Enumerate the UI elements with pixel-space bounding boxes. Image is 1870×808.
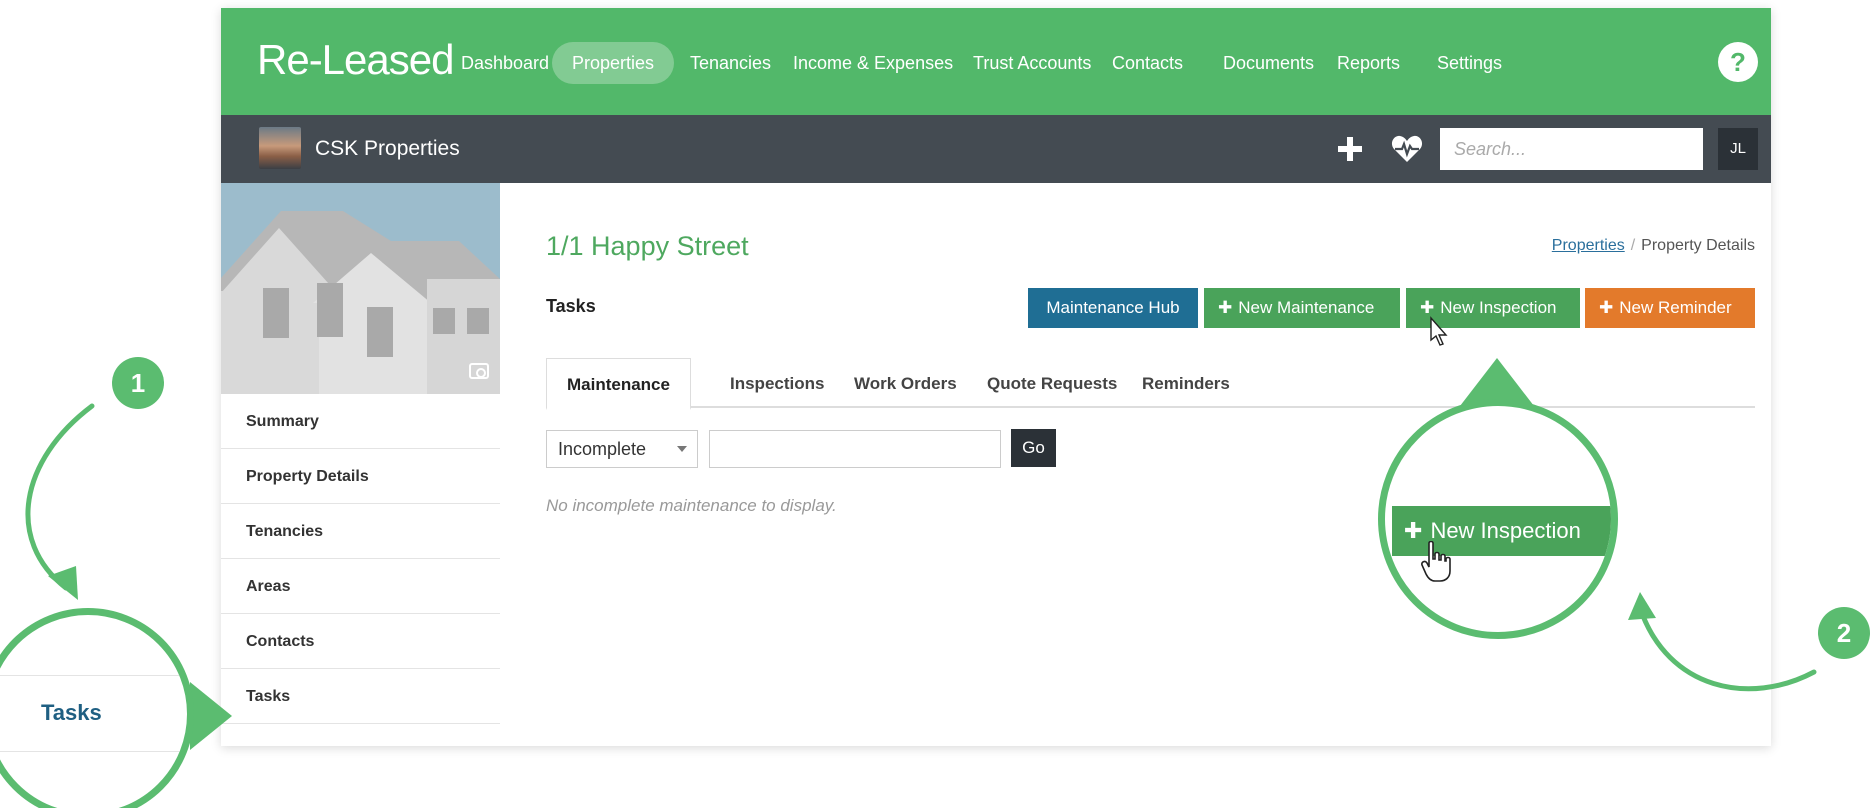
step-1-badge: 1 [112,357,164,409]
tab-maintenance[interactable]: Maintenance [546,358,691,410]
tab-quote-requests[interactable]: Quote Requests [987,358,1117,408]
breadcrumb-link-properties[interactable]: Properties [1552,237,1625,254]
breadcrumb-separator: / [1630,237,1636,254]
plus-icon: ✚ [1404,518,1423,543]
nav-dashboard[interactable]: Dashboard [441,42,569,84]
house-illustration [221,183,500,394]
new-maintenance-label: New Maintenance [1238,298,1375,317]
search-input[interactable] [1440,128,1703,170]
new-reminder-button[interactable]: ✚ New Reminder [1585,288,1755,328]
chevron-down-icon [677,446,687,452]
breadcrumb-current: Property Details [1641,237,1755,254]
plus-icon: ✚ [1599,298,1614,317]
nav-trust-accounts[interactable]: Trust Accounts [953,42,1111,84]
callout-pointer-side [190,682,232,750]
zoomed-new-inspection-label: New Inspection [1430,518,1581,543]
sidebar-item-tasks[interactable]: Tasks [221,669,500,724]
add-icon[interactable] [1338,137,1362,161]
sidebar-item-tenancies[interactable]: Tenancies [221,504,500,559]
divider [0,751,187,752]
plus-icon: ✚ [1218,298,1233,317]
divider [0,675,187,676]
breadcrumb: Properties / Property Details [1552,237,1755,255]
camera-icon[interactable] [469,363,489,379]
nav-contacts[interactable]: Contacts [1092,42,1203,84]
zoom-callout-inspection: ✚ New Inspection [1378,399,1618,639]
nav-documents[interactable]: Documents [1203,42,1334,84]
context-bar: CSK Properties JL [221,115,1771,183]
tab-inspections[interactable]: Inspections [730,358,824,408]
sidebar-item-property-details[interactable]: Property Details [221,449,500,504]
task-tabs: Maintenance Inspections Work Orders Quot… [546,358,1755,410]
maintenance-hub-button[interactable]: Maintenance Hub [1028,288,1198,328]
top-nav: Re-Leased Dashboard Properties Tenancies… [221,8,1771,115]
page-title: 1/1 Happy Street [546,231,749,261]
property-sidenav: Summary Property Details Tenancies Areas… [221,394,500,724]
sidebar-item-summary[interactable]: Summary [221,394,500,449]
nav-properties[interactable]: Properties [552,42,675,84]
go-button[interactable]: Go [1011,429,1056,467]
property-photo [221,183,500,394]
plus-icon: ✚ [1420,298,1435,317]
health-icon[interactable] [1391,135,1423,163]
nav-income-expenses[interactable]: Income & Expenses [773,42,973,84]
hand-cursor-icon [1421,541,1451,582]
zoom-callout-tasks: Tasks [0,608,194,808]
section-label: Tasks [546,296,596,316]
zoomed-tasks-label: Tasks [41,700,102,725]
avatar[interactable] [259,127,301,169]
logo: Re-Leased [257,36,454,83]
new-reminder-label: New Reminder [1619,298,1732,317]
help-icon[interactable]: ? [1718,42,1758,82]
new-inspection-label: New Inspection [1440,298,1557,317]
tab-reminders[interactable]: Reminders [1142,358,1230,408]
status-filter-select[interactable]: Incomplete [546,430,698,468]
org-name[interactable]: CSK Properties [315,137,460,161]
empty-state-message: No incomplete maintenance to display. [546,496,837,515]
sidebar-item-contacts[interactable]: Contacts [221,614,500,669]
user-menu[interactable]: JL [1718,128,1758,170]
new-maintenance-button[interactable]: ✚ New Maintenance [1204,288,1400,328]
step-2-badge: 2 [1818,607,1870,659]
nav-reports[interactable]: Reports [1317,42,1420,84]
new-inspection-button[interactable]: ✚ New Inspection [1406,288,1580,328]
filter-text-input[interactable] [709,430,1001,468]
nav-settings[interactable]: Settings [1417,42,1522,84]
status-filter-value: Incomplete [558,439,647,459]
app-window: Re-Leased Dashboard Properties Tenancies… [221,8,1771,746]
sidebar-item-areas[interactable]: Areas [221,559,500,614]
tab-work-orders[interactable]: Work Orders [854,358,957,408]
